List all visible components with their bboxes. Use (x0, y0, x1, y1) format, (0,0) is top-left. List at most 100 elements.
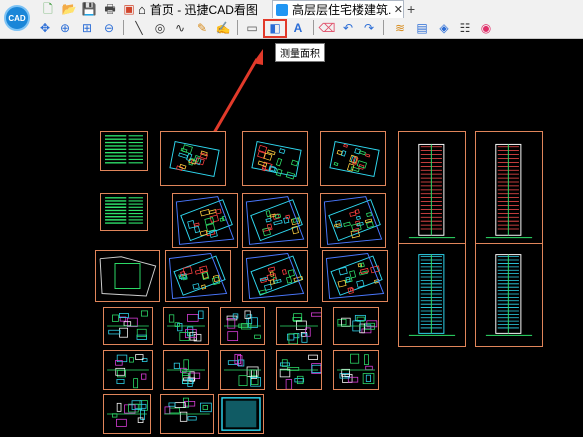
cad-drawing (167, 310, 205, 342)
save-icon[interactable]: 💾 (81, 1, 97, 17)
zoom-extents-icon[interactable]: ⊞ (79, 20, 95, 36)
cad-sheet-thumbnail (220, 350, 265, 390)
cad-drawing (245, 252, 305, 300)
cad-sheet-thumbnail (220, 307, 265, 345)
cad-drawing (107, 354, 149, 389)
cad-sheet-thumbnail (242, 193, 308, 248)
measure-area-highlight (263, 19, 287, 38)
cad-drawing (337, 353, 375, 385)
cad-sheet-thumbnail (163, 350, 209, 390)
cad-sheet-thumbnail (160, 394, 214, 434)
tab-home-label: 首页 - 迅捷CAD看图 (149, 2, 258, 17)
cad-sheet-thumbnail (475, 243, 543, 347)
cad-drawing (105, 197, 143, 224)
cad-drawing (168, 252, 228, 300)
cad-sheet-thumbnail (320, 131, 386, 186)
cad-drawing (224, 310, 261, 341)
toolbar-separator (313, 20, 314, 35)
cad-sheet-thumbnail (322, 250, 388, 302)
cad-drawing (99, 256, 157, 297)
cad-drawing (107, 400, 148, 427)
toolbar-separator (383, 20, 384, 35)
app-logo-text: CAD (8, 13, 26, 23)
zoom-window-icon[interactable]: ⊕ (57, 20, 73, 36)
cad-drawing (337, 314, 378, 334)
drawing-icon (276, 3, 288, 16)
cad-sheet-thumbnail (100, 193, 148, 231)
pan-icon[interactable]: ✥ (37, 20, 53, 36)
cad-drawing (167, 359, 205, 387)
cad-sheet-thumbnail (242, 131, 308, 186)
title-toolbar-bar: CAD 🗋 📂 💾 🖶 ▣ ⌂ 首页 - 迅捷CAD看图 高层层住宅楼建筑...… (0, 0, 583, 39)
toolbar-separator (237, 20, 238, 35)
cad-sheet-thumbnail (95, 250, 160, 302)
layers-icon[interactable]: ≋ (392, 20, 408, 36)
cad-drawing (107, 310, 149, 340)
cad-drawing (280, 312, 321, 344)
color-wheel-icon[interactable]: ◉ (478, 20, 494, 36)
new-file-icon[interactable]: 🗋 (40, 1, 56, 17)
zoom-previous-icon[interactable]: ⊖ (101, 20, 117, 36)
tab-document-label: 高层层住宅楼建筑... (292, 3, 391, 17)
drawing-canvas[interactable] (0, 39, 583, 437)
cad-drawing (485, 143, 533, 239)
cad-drawing (221, 397, 261, 431)
cad-sheet-thumbnail (103, 394, 151, 434)
cad-drawing (325, 252, 385, 300)
cad-drawing (323, 196, 383, 245)
circle-icon[interactable]: ◎ (152, 20, 168, 36)
cad-sheet-thumbnail (333, 307, 379, 345)
cad-drawing (105, 135, 143, 164)
cad-drawing (279, 354, 321, 389)
app-logo[interactable]: CAD (4, 5, 30, 31)
home-icon: ⌂ (138, 1, 146, 17)
cad-sheet-thumbnail (398, 243, 466, 347)
cad-drawing (485, 254, 533, 336)
cad-sheet-thumbnail (276, 307, 322, 345)
cad-sheet-thumbnail (276, 350, 322, 390)
cad-drawing (251, 140, 302, 180)
image-convert-icon[interactable]: ▣ (121, 1, 137, 17)
print-icon[interactable]: 🖶 (102, 1, 118, 17)
cad-drawing (175, 196, 235, 245)
curve-icon[interactable]: ∿ (172, 20, 188, 36)
pencil-icon[interactable]: ✎ (194, 20, 210, 36)
cad-drawing (245, 196, 305, 245)
cad-sheet-thumbnail (172, 193, 238, 248)
tab-home[interactable]: ⌂ 首页 - 迅捷CAD看图 (138, 0, 258, 18)
cad-sheet-thumbnail (160, 131, 226, 186)
text-edit-icon[interactable]: ✍ (215, 20, 231, 36)
cad-drawing (164, 397, 212, 422)
new-tab-button[interactable]: + (407, 0, 415, 18)
properties-icon[interactable]: ☷ (457, 20, 473, 36)
cad-sheet-thumbnail (218, 394, 264, 434)
tooltip: 测量面积 (275, 43, 325, 62)
line-icon[interactable]: ╲ (131, 20, 147, 36)
cad-sheet-thumbnail (475, 131, 543, 251)
cad-drawing (329, 140, 380, 178)
toolbar-separator (123, 20, 124, 35)
redo-icon[interactable]: ↷ (361, 20, 377, 36)
cad-drawing (223, 353, 262, 387)
cad-sheet-thumbnail (103, 307, 153, 345)
cad-sheet-thumbnail (398, 131, 466, 251)
cad-sheet-thumbnail (242, 250, 308, 302)
cad-sheet-thumbnail (165, 250, 231, 302)
undo-icon[interactable]: ↶ (340, 20, 356, 36)
cad-drawing (408, 143, 456, 239)
cad-drawing (408, 254, 456, 336)
tab-close-icon[interactable]: ✕ (394, 3, 403, 16)
text-annotation-icon[interactable]: A (290, 20, 306, 36)
cad-sheet-thumbnail (320, 193, 386, 248)
3d-view-icon[interactable]: ◈ (436, 20, 452, 36)
cad-drawing (169, 140, 220, 178)
open-file-icon[interactable]: 📂 (61, 1, 77, 17)
cad-sheet-thumbnail (100, 131, 148, 171)
layout-icon[interactable]: ▤ (414, 20, 430, 36)
cad-sheet-thumbnail (103, 350, 153, 390)
cad-sheet-thumbnail (163, 307, 209, 345)
cad-sheet-thumbnail (333, 350, 379, 390)
measure-length-icon[interactable]: ▭ (244, 20, 260, 36)
tab-document[interactable]: 高层层住宅楼建筑... ✕ (272, 0, 404, 18)
eraser-icon[interactable]: ⌫ (319, 20, 336, 36)
